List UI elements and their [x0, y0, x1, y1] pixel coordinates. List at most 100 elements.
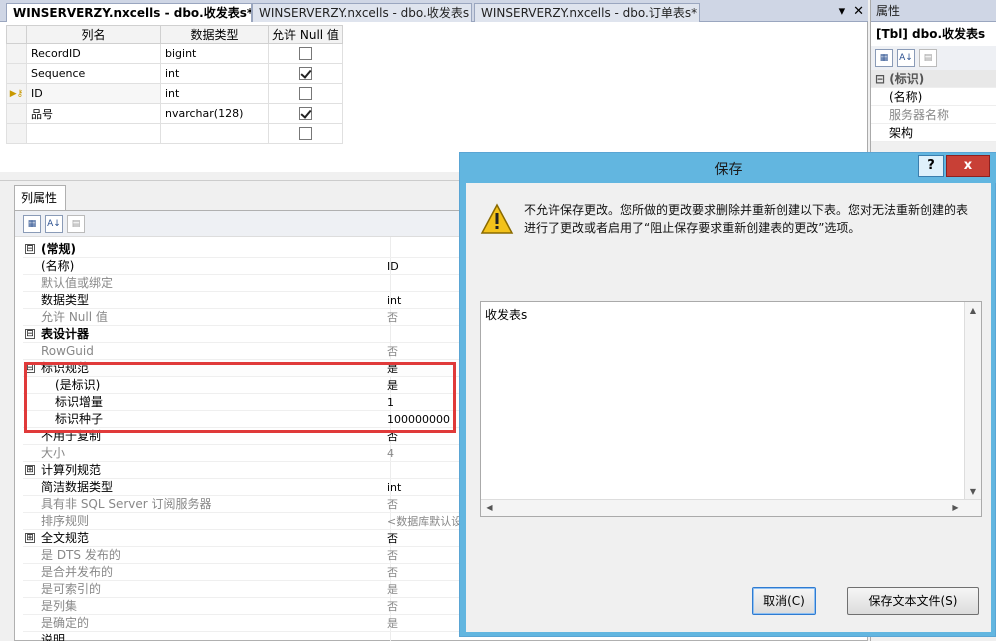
row-selector[interactable] — [6, 43, 27, 64]
table-row-current[interactable]: ▶⚷ ID int — [6, 83, 343, 104]
dialog-titlebar: 保存 ? x — [460, 153, 996, 183]
tab-column-properties[interactable]: 列属性 — [14, 185, 66, 211]
property-value[interactable]: 是 — [387, 360, 398, 377]
cancel-button[interactable]: 取消(C) — [752, 587, 816, 615]
property-row-server-name[interactable]: 服务器名称 — [871, 106, 996, 124]
property-value[interactable]: 是 — [387, 615, 398, 632]
property-key: 标识种子 — [55, 412, 104, 426]
allow-null-checkbox[interactable] — [299, 127, 312, 141]
row-selector[interactable] — [6, 123, 27, 144]
property-pages-icon[interactable]: ▤ — [919, 49, 937, 67]
close-document-icon[interactable]: ✕ — [853, 4, 864, 19]
property-value[interactable]: 否 — [387, 496, 398, 513]
property-key: 允许 Null 值 — [41, 310, 108, 324]
column-header-type: 数据类型 — [160, 25, 269, 44]
horizontal-scrollbar[interactable]: ◀ ▶ — [481, 499, 981, 516]
property-value[interactable]: 1 — [387, 394, 394, 411]
allow-null-cell[interactable] — [268, 83, 343, 104]
property-key: (是标识) — [55, 378, 101, 392]
column-name-cell[interactable]: RecordID — [26, 43, 161, 64]
row-selector-current[interactable]: ▶⚷ — [6, 83, 27, 104]
categorized-icon[interactable]: ▦ — [875, 49, 893, 67]
scroll-down-icon[interactable]: ▼ — [965, 483, 981, 500]
data-type-cell[interactable]: bigint — [160, 43, 269, 64]
property-value[interactable]: 是 — [387, 581, 398, 598]
property-key: 数据类型 — [41, 293, 90, 307]
tab-dingdanbiao[interactable]: WINSERVERZY.nxcells - dbo.订单表s* — [474, 3, 700, 22]
property-pages-icon[interactable]: ▤ — [67, 214, 85, 233]
property-value[interactable]: 否 — [387, 343, 398, 360]
property-value[interactable]: int — [387, 479, 401, 496]
scroll-left-icon[interactable]: ◀ — [481, 500, 498, 516]
alphabetical-sort-icon[interactable]: A↓ — [45, 214, 63, 233]
table-row[interactable]: 品号 nvarchar(128) — [6, 103, 343, 124]
properties-toolbar: ▦ A↓ ▤ — [871, 46, 996, 70]
property-row-schema[interactable]: 架构 — [871, 124, 996, 142]
property-row-name[interactable]: (名称) — [871, 88, 996, 106]
property-key: 标识增量 — [55, 395, 104, 409]
allow-null-cell[interactable] — [268, 123, 343, 144]
property-value[interactable]: 否 — [387, 309, 398, 326]
affected-table-text: 收发表s — [485, 308, 528, 322]
property-key: 排序规则 — [41, 514, 90, 528]
property-value[interactable]: ID — [387, 258, 399, 275]
allow-null-checkbox[interactable] — [299, 47, 312, 61]
data-type-cell[interactable] — [160, 123, 269, 144]
dialog-body: 不允许保存更改。您所做的更改要求删除并重新创建以下表。您对无法重新创建的表进行了… — [466, 183, 991, 632]
tab-list-dropdown-icon[interactable]: ▾ — [839, 4, 846, 19]
property-key: 不用于复制 — [41, 429, 102, 443]
allow-null-checkbox[interactable] — [299, 87, 312, 101]
column-name-cell[interactable]: Sequence — [26, 63, 161, 84]
row-selector[interactable] — [6, 63, 27, 84]
data-type-cell[interactable]: int — [160, 63, 269, 84]
affected-tables-textbox[interactable]: 收发表s ▲ ▼ ◀ ▶ — [480, 301, 982, 517]
property-value[interactable]: 否 — [387, 547, 398, 564]
allow-null-cell[interactable] — [268, 43, 343, 64]
data-type-cell[interactable]: int — [160, 83, 269, 104]
scroll-up-icon[interactable]: ▲ — [965, 302, 981, 319]
property-key: 全文规范 — [41, 531, 90, 545]
property-value[interactable]: int — [387, 292, 401, 309]
tab-shoufabiao[interactable]: WINSERVERZY.nxcells - dbo.收发表s — [252, 3, 472, 22]
column-name-cell[interactable]: 品号 — [26, 103, 161, 124]
property-value[interactable]: <数据库默认设 — [387, 513, 462, 530]
property-value[interactable]: 是 — [387, 377, 398, 394]
expand-icon[interactable]: ⊞ — [25, 465, 35, 475]
property-value[interactable]: 否 — [387, 564, 398, 581]
property-key: 是可索引的 — [41, 582, 102, 596]
save-text-file-button[interactable]: 保存文本文件(S) — [847, 587, 979, 615]
collapse-icon[interactable]: ⊟ — [25, 244, 35, 254]
table-row-new[interactable] — [6, 123, 343, 144]
property-key: (常规) — [41, 242, 76, 256]
column-name-cell[interactable]: ID — [26, 83, 161, 104]
tab-shoufabiao-modified[interactable]: WINSERVERZY.nxcells - dbo.收发表s* — [6, 3, 252, 23]
allow-null-cell[interactable] — [268, 103, 343, 124]
property-value[interactable]: 否 — [387, 598, 398, 615]
close-button[interactable]: x — [946, 155, 990, 177]
help-button[interactable]: ? — [918, 155, 944, 177]
property-value[interactable]: 100000000 — [387, 411, 450, 428]
property-value[interactable]: 4 — [387, 445, 394, 462]
collapse-icon[interactable]: ⊟ — [25, 363, 35, 373]
properties-object-selector[interactable]: [Tbl] dbo.收发表s — [871, 22, 996, 46]
property-value[interactable]: 否 — [387, 428, 398, 445]
data-type-cell[interactable]: nvarchar(128) — [160, 103, 269, 124]
allow-null-checkbox[interactable] — [299, 67, 312, 81]
table-row[interactable]: RecordID bigint — [6, 43, 343, 64]
categorized-icon[interactable]: ▦ — [23, 214, 41, 233]
allow-null-checkbox[interactable] — [299, 107, 312, 121]
vertical-scrollbar[interactable]: ▲ ▼ — [964, 302, 981, 500]
allow-null-cell[interactable] — [268, 63, 343, 84]
property-key: 是确定的 — [41, 616, 90, 630]
scroll-right-icon[interactable]: ▶ — [947, 500, 964, 516]
property-value[interactable]: 否 — [387, 530, 398, 547]
collapse-icon[interactable]: ⊟ — [25, 329, 35, 339]
property-category-identity[interactable]: ⊟ (标识) — [871, 70, 996, 88]
alphabetical-sort-icon[interactable]: A↓ — [897, 49, 915, 67]
expand-icon[interactable]: ⊞ — [25, 533, 35, 543]
table-row[interactable]: Sequence int — [6, 63, 343, 84]
property-key: RowGuid — [41, 344, 94, 358]
properties-list: ⊟ (标识) (名称) 服务器名称 架构 — [871, 70, 996, 142]
column-name-cell[interactable] — [26, 123, 161, 144]
row-selector[interactable] — [6, 103, 27, 124]
